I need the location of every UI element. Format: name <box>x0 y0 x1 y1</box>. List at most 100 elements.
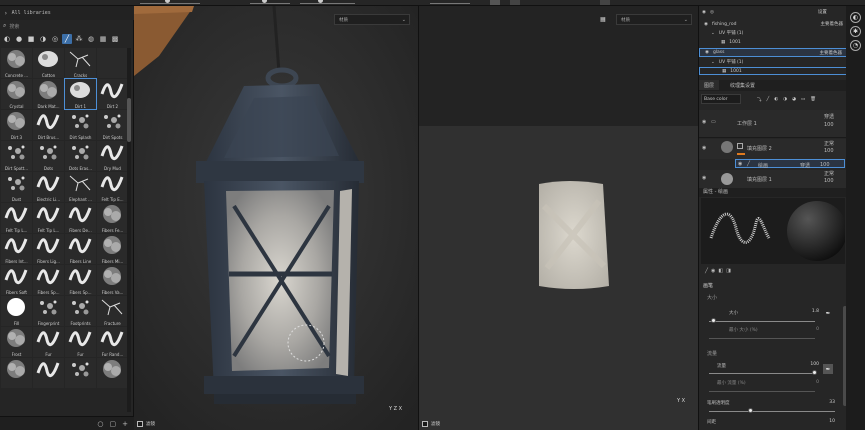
search-input[interactable]: 搜索 <box>9 23 19 30</box>
eye-icon[interactable]: ◉ <box>702 10 706 15</box>
alpha-tab-icon[interactable]: ◨ <box>726 268 731 274</box>
filter-icon[interactable]: ◎ <box>50 34 60 44</box>
brush-tile[interactable]: Dirt Splash <box>65 110 96 140</box>
pen-pressure-button[interactable]: ✒ <box>823 364 833 374</box>
brush-tile[interactable]: Frost <box>1 327 32 357</box>
brush-tile[interactable]: Fibers Sp... <box>33 265 64 295</box>
brush-tile[interactable] <box>97 358 128 388</box>
brush-tile[interactable]: Fill <box>1 296 32 326</box>
toolbar-slider-b[interactable] <box>250 3 290 4</box>
brush-tile[interactable] <box>33 358 64 388</box>
toolbar-slider-c[interactable] <box>300 3 355 4</box>
tile-row[interactable]: ▦ 1001 <box>699 38 847 46</box>
filter-toggle-checkbox[interactable] <box>422 421 428 427</box>
paint-effect-row[interactable]: ◉ ╱ 绘画 穿透 100 <box>735 159 845 169</box>
brush-tile[interactable]: Fibers Soft <box>1 265 32 295</box>
material-icon[interactable]: ● <box>14 34 24 44</box>
shelf-scrollbar[interactable] <box>127 48 131 412</box>
brush-tile[interactable]: Fur Rand... <box>97 327 128 357</box>
brush-tile[interactable]: Fibers Line <box>65 234 96 264</box>
brush-tile[interactable]: Fracture <box>97 296 128 326</box>
layer-row[interactable]: ◉ 填充图层 2 正常 100 <box>699 139 847 159</box>
add-icon[interactable]: + <box>122 420 128 428</box>
smart-mask-icon[interactable]: ◕ <box>792 97 796 102</box>
brush-tile[interactable]: Fibers Lig... <box>33 234 64 264</box>
environment-icon[interactable]: ◍ <box>86 34 96 44</box>
effect-opacity[interactable]: 100 <box>820 162 830 168</box>
plugin-icon[interactable]: ✱ <box>850 26 861 37</box>
uv-row[interactable]: ⌄ UV 平铺 (1) <box>699 58 847 66</box>
brush-tile[interactable]: Felt Tip L... <box>1 203 32 233</box>
brush-tile[interactable] <box>97 48 128 78</box>
layer-opacity[interactable]: 100 <box>824 122 834 128</box>
library-path[interactable]: All libraries <box>12 10 51 16</box>
eye-icon[interactable]: ◉ <box>738 161 742 167</box>
tab-texture-set-settings[interactable]: 纹理集设置 <box>725 80 760 90</box>
toolbar-button[interactable] <box>600 0 610 5</box>
add-effect-icon[interactable]: ⤵ <box>757 97 762 103</box>
particle-icon[interactable]: ⁂ <box>74 34 84 44</box>
texture-set-row-selected[interactable]: ◉ glass 主要着色器 <box>699 48 847 57</box>
brush-tile[interactable]: Dirt Spots <box>97 110 128 140</box>
size-slider[interactable] <box>709 321 815 322</box>
brush-tile[interactable]: Dark Mat... <box>33 79 64 109</box>
layer-opacity[interactable]: 100 <box>824 148 834 154</box>
history-icon[interactable]: ◔ <box>850 40 861 51</box>
fill-layer-icon[interactable]: ◐ <box>774 97 778 102</box>
stroke-opacity-slider[interactable] <box>709 411 835 412</box>
toolbar-button[interactable] <box>490 0 500 5</box>
brush-tile[interactable]: Fibers De... <box>65 203 96 233</box>
brush-tile[interactable]: Felt Tip E... <box>97 172 128 202</box>
stroke-opacity-value[interactable]: 33 <box>815 400 835 405</box>
min-size-slider[interactable] <box>709 338 815 339</box>
brush-tile[interactable]: Fibers Va... <box>97 265 128 295</box>
brush-tile[interactable]: Dirt Spott... <box>1 141 32 171</box>
brush-tile[interactable]: Dust <box>1 172 32 202</box>
brush-tile[interactable]: Dirt 2 <box>97 79 128 109</box>
brush-tile[interactable]: Fibers Int... <box>1 234 32 264</box>
channel-dropdown[interactable]: Base color <box>701 94 741 104</box>
min-flow-value[interactable]: 0 <box>799 380 819 385</box>
brush-tile[interactable]: Fibers Sp... <box>65 265 96 295</box>
min-size-value[interactable]: 0 <box>803 327 819 332</box>
size-slider-knob[interactable] <box>711 318 717 323</box>
eye-icon[interactable]: ◉ <box>702 175 706 181</box>
brush-tile[interactable]: Fur <box>33 327 64 357</box>
smart-material-icon[interactable]: ◑ <box>38 34 48 44</box>
brush-tile[interactable]: Dry Mud <box>97 141 128 171</box>
eye-icon[interactable]: ◉ <box>702 119 706 125</box>
toolbar-slider-d[interactable] <box>430 3 470 4</box>
all-assets-icon[interactable]: ◐ <box>2 34 12 44</box>
expand-icon[interactable]: ⌄ <box>711 31 715 36</box>
expand-icon[interactable]: ⌄ <box>711 60 715 65</box>
min-flow-slider[interactable] <box>709 391 815 392</box>
visibility-icon[interactable]: ◎ <box>710 10 714 15</box>
brush-tile[interactable] <box>65 358 96 388</box>
stroke-opacity-slider-knob[interactable] <box>747 408 753 413</box>
mask-tab-icon[interactable]: ◧ <box>718 268 723 274</box>
delete-icon[interactable]: 🗑 <box>810 97 816 102</box>
brush-tab-icon[interactable]: ╱ <box>705 268 708 274</box>
brush-tile[interactable]: Dirt 1 <box>64 78 97 110</box>
layer-blend[interactable]: 正常 <box>824 170 834 177</box>
viewport-3d[interactable]: 材质 ⌄ Y Z X 滤镜 <box>134 6 418 430</box>
flow-value[interactable]: 100 <box>799 362 819 367</box>
tab-layers[interactable]: 图层 <box>699 80 720 90</box>
size-value[interactable]: 1.8 <box>803 309 819 314</box>
toolbar-button[interactable] <box>510 0 520 5</box>
folder-icon[interactable]: ▭ <box>801 97 805 102</box>
grid-toggle-icon[interactable]: ▦ <box>600 16 606 23</box>
layer-blend[interactable]: 正常 <box>824 140 834 147</box>
paint-layer-icon[interactable]: ╱ <box>767 97 770 102</box>
brush-tile[interactable]: Crystal <box>1 79 32 109</box>
brush-tile[interactable]: Dirt 3 <box>1 110 32 140</box>
grid-icon[interactable]: ▢ <box>110 420 117 428</box>
uv-row[interactable]: ⌄ UV 平铺 (1) <box>699 29 847 37</box>
spacing-value[interactable]: 10 <box>815 419 835 424</box>
eye-icon[interactable]: ◉ <box>705 50 709 55</box>
circle-icon[interactable]: ○ <box>97 420 103 428</box>
brush-tile[interactable]: Fingerprint <box>33 296 64 326</box>
top-settings-dropdown[interactable]: 设置 <box>818 9 827 15</box>
texture-icon[interactable]: ■ <box>26 34 36 44</box>
brush-tile[interactable]: Dots Eras... <box>65 141 96 171</box>
